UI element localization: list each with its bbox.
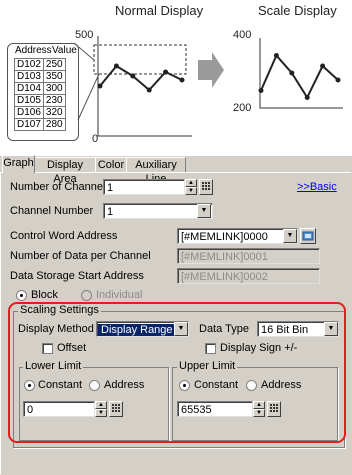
num-data-label: Number of Data per Channel bbox=[10, 250, 151, 262]
normal-data-point bbox=[130, 73, 136, 79]
normal-data-point bbox=[179, 77, 185, 83]
normal-data-point bbox=[163, 69, 169, 75]
individual-radio bbox=[81, 290, 92, 301]
normal-series-line bbox=[99, 64, 183, 92]
illustration-svg bbox=[73, 36, 343, 137]
control-word-label: Control Word Address bbox=[10, 230, 118, 242]
control-word-select[interactable]: [#MEMLINK]0000 bbox=[177, 228, 298, 244]
callout-line-top bbox=[73, 42, 95, 61]
num-channels-spinner[interactable]: ▲ ▼ bbox=[185, 179, 197, 195]
scaling-highlight-frame bbox=[8, 302, 346, 443]
chevron-down-icon[interactable]: ▼ bbox=[283, 229, 297, 243]
tab-color[interactable]: Color bbox=[95, 157, 127, 172]
scale-data-point bbox=[273, 53, 279, 58]
callout-line bbox=[77, 73, 100, 121]
chevron-down-icon[interactable]: ▼ bbox=[197, 204, 211, 218]
tab-auxiliary-line[interactable]: Auxiliary Line bbox=[126, 157, 186, 185]
basic-link[interactable]: >>Basic bbox=[297, 181, 337, 193]
scale-data-point bbox=[289, 70, 295, 76]
scale-data-point bbox=[335, 77, 341, 83]
normal-data-point bbox=[97, 83, 103, 89]
normal-data-point bbox=[113, 63, 119, 69]
scale-data-point bbox=[320, 63, 326, 69]
normal-data-point bbox=[146, 87, 152, 93]
num-channels-label: Number of Channels bbox=[10, 181, 111, 193]
arrow-right-icon bbox=[198, 52, 224, 88]
block-label: Block bbox=[31, 289, 58, 301]
scale-data-point bbox=[258, 88, 264, 93]
channel-number-label: Channel Number bbox=[10, 205, 94, 217]
storage-field: [#MEMLINK]0002 bbox=[177, 268, 320, 284]
dashed-range-box bbox=[93, 44, 187, 75]
tab-strip: Graph Display Area Color Auxiliary Line bbox=[0, 155, 352, 185]
num-data-field: [#MEMLINK]0001 bbox=[177, 248, 320, 264]
scale-data-point bbox=[304, 95, 310, 100]
scale-series-line bbox=[260, 53, 339, 100]
individual-label: Individual bbox=[96, 289, 143, 301]
num-channels-field[interactable]: 1 bbox=[103, 179, 185, 195]
tab-graph[interactable]: Graph bbox=[2, 155, 35, 173]
address-picker-icon[interactable] bbox=[300, 228, 316, 244]
tab-display-area[interactable]: Display Area bbox=[34, 157, 96, 185]
keypad-icon[interactable] bbox=[199, 179, 213, 195]
block-radio[interactable] bbox=[16, 290, 27, 301]
storage-label: Data Storage Start Address bbox=[10, 270, 144, 282]
